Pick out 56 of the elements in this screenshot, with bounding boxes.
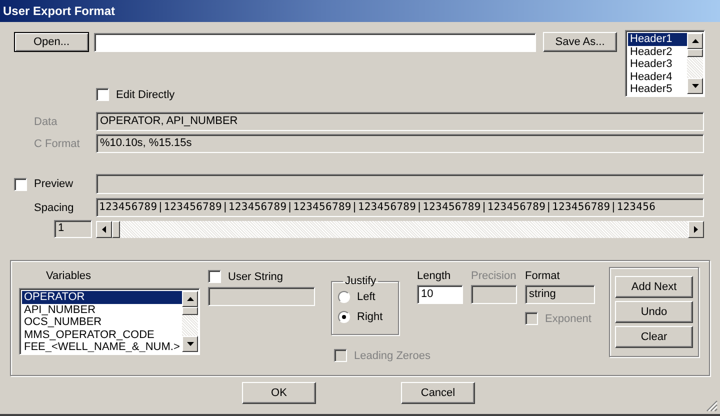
scroll-thumb[interactable] [687,49,703,57]
scroll-left-icon[interactable] [96,220,112,238]
length-field[interactable]: 10 [417,285,463,304]
preview-label: Preview [34,178,74,190]
scroll-up-icon[interactable] [182,291,198,307]
scroll-right-icon[interactable] [688,220,704,238]
edit-directly-label: Edit Directly [116,88,175,100]
length-label: Length [417,270,452,282]
dialog-button[interactable]: Cancel [401,382,475,404]
action-button[interactable]: Clear [615,326,693,348]
justify-option-label: Right [357,311,383,323]
edit-directly-checkbox[interactable] [96,88,109,101]
leading-zeroes-label: Leading Zeroes [354,350,430,362]
justify-radio[interactable] [338,311,350,323]
header-list-item[interactable]: Header3 [628,58,687,70]
data-label: Data [33,116,58,128]
scroll-up-icon[interactable] [687,33,703,49]
format-field: string [525,285,595,304]
user-string-field[interactable] [208,287,315,306]
variable-list-item[interactable]: OCS_NUMBER [22,316,182,328]
open-button[interactable]: Open... [14,32,89,52]
c-format-label: C Format [33,138,81,150]
action-button[interactable]: Undo [615,301,693,323]
file-path-field[interactable] [94,32,536,52]
dialog-button[interactable]: OK [242,382,316,404]
header-list-item[interactable]: Header2 [628,46,687,58]
justify-label: Justify [344,275,378,287]
header-list-item[interactable]: Header4 [628,70,687,83]
scroll-down-icon[interactable] [687,78,703,94]
position-field: 1 [54,220,92,238]
variable-list-item[interactable]: MMS_OPERATOR_CODE [22,328,182,341]
variable-list-item[interactable]: OPERATOR [22,291,182,304]
resize-grip-icon[interactable] [706,400,718,412]
save-as-button[interactable]: Save As... [543,32,617,52]
horizontal-scrollbar[interactable] [96,220,704,238]
header-list-item[interactable]: Header1 [628,33,687,46]
spacing-label: Spacing [33,202,75,214]
preview-checkbox[interactable] [14,178,27,190]
scroll-thumb[interactable] [112,220,120,238]
justify-radio[interactable] [338,291,350,303]
exponent-label: Exponent [545,312,592,324]
variable-list-item[interactable]: API_NUMBER [22,304,182,316]
precision-label: Precision [471,270,518,282]
scroll-down-icon[interactable] [182,336,198,352]
variables-label: Variables [45,270,92,284]
user-string-checkbox[interactable] [208,270,221,283]
justify-option-label: Left [357,291,376,303]
user-string-label: User String [228,270,284,282]
spacing-ruler: 123456789|123456789|123456789|123456789|123456789|123456789|123456789|123456789|123456 [96,198,704,217]
header-list-item[interactable]: Header5 [628,83,687,94]
scroll-thumb[interactable] [182,307,198,315]
format-label: Format [525,270,561,282]
variable-list-item[interactable]: FEE_<WELL_NAME_&_NUM.> [22,341,182,352]
action-button[interactable]: Add Next [615,276,693,298]
window-title: User Export Format [3,4,116,18]
precision-field[interactable] [471,285,517,304]
